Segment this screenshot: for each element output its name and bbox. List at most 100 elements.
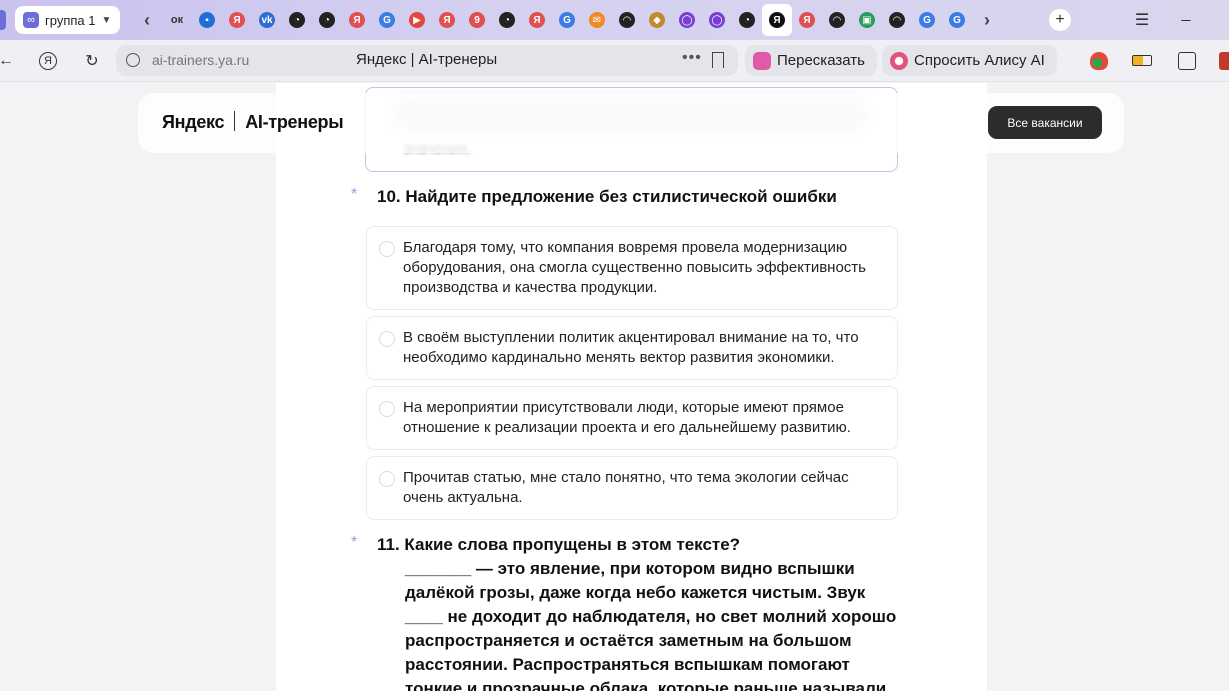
tab-item[interactable]: › — [972, 0, 1002, 40]
radio-button[interactable] — [379, 471, 395, 487]
logo-product: AI-тренеры — [245, 112, 344, 132]
fire-extension-icon[interactable] — [1090, 52, 1108, 70]
tab-item[interactable]: ✉ — [582, 0, 612, 40]
tab-item[interactable]: 9 — [462, 0, 492, 40]
back-arrow-icon[interactable]: ← — [0, 50, 18, 72]
menu-icon[interactable]: ☰ — [1130, 0, 1154, 40]
tab-item[interactable]: Я — [432, 0, 462, 40]
tab-item[interactable]: ◔ — [492, 0, 522, 40]
gallery-tab-icon: ◆ — [649, 12, 665, 28]
site-header: Яндекс AI-тренеры Все вакансии — [138, 93, 1124, 153]
tab-item[interactable]: Я — [792, 0, 822, 40]
required-star: * — [351, 534, 358, 551]
tab-item[interactable]: G — [912, 0, 942, 40]
tab-item[interactable]: ◠ — [882, 0, 912, 40]
tab-group-edge[interactable] — [0, 10, 6, 30]
video-tab-icon: ▶ — [409, 12, 425, 28]
question-text: _______ — это явление, при котором видно… — [405, 559, 897, 691]
retell-icon — [753, 51, 771, 70]
yandex-selected-tab-icon: Я — [769, 12, 785, 28]
tab-item[interactable]: ◆ — [642, 0, 672, 40]
clock-tab-icon: ◔ — [289, 12, 305, 28]
tab-strip: ‹ ок ▪ Яvk ◔ ◔ Я G ▶ Я 9 ◔ Я G ✉ ◠ ◆ ◯ ◯ ◔ Я Я ◠ ▣ ◠ G G › — [132, 0, 1002, 40]
tab-item[interactable]: ◯ — [702, 0, 732, 40]
tab-item[interactable]: Я — [522, 0, 552, 40]
mail-tab-icon: ✉ — [589, 12, 605, 28]
tab-item[interactable]: ◔ — [282, 0, 312, 40]
clock-tab-icon: ◔ — [319, 12, 335, 28]
alice-icon — [890, 51, 908, 70]
tab-item[interactable]: ок — [162, 0, 192, 40]
clock-tab-icon: ◔ — [499, 12, 515, 28]
alice-tab-icon: ◠ — [619, 12, 635, 28]
tab-item[interactable]: ◠ — [612, 0, 642, 40]
tab-item[interactable]: ▪ — [192, 0, 222, 40]
yandex-tab-icon: Я — [439, 12, 455, 28]
tab-group-active[interactable]: ∞ группа 1 ▼ — [15, 6, 120, 34]
tab-item[interactable]: Я — [222, 0, 252, 40]
tab-item[interactable]: ◔ — [312, 0, 342, 40]
retell-button[interactable]: Пересказать — [745, 45, 877, 76]
radio-button[interactable] — [379, 241, 395, 257]
ring-tab-icon: ◯ — [709, 12, 725, 28]
yandex-tab-icon: Я — [799, 12, 815, 28]
answer-option[interactable]: В своём выступлении политик акцентировал… — [366, 316, 898, 380]
retell-label: Пересказать — [777, 52, 865, 69]
url-field[interactable]: ai-trainers.ya.ru Яндекс | AI-тренеры ••… — [116, 45, 738, 76]
extensions-icon[interactable] — [1178, 52, 1196, 70]
chat-tab-icon: ▪ — [199, 12, 215, 28]
tab-item[interactable]: Я — [762, 4, 792, 36]
tab-item[interactable]: Я — [342, 0, 372, 40]
page-viewport: значения. ЯндексAI-тренеры Все вакансии … — [0, 83, 1229, 691]
radio-button[interactable] — [379, 331, 395, 347]
tab-item[interactable]: G — [552, 0, 582, 40]
google-tab-icon: G — [919, 12, 935, 28]
tab-item[interactable]: G — [942, 0, 972, 40]
yandex-home-icon[interactable]: Я — [36, 50, 60, 72]
minimize-icon[interactable]: _ — [1176, 0, 1196, 34]
nine-tab-icon: 9 — [469, 12, 485, 28]
infinity-icon: ∞ — [23, 12, 39, 28]
site-logo[interactable]: Яндекс AI-тренеры — [162, 111, 344, 133]
all-vacancies-button[interactable]: Все вакансии — [988, 106, 1102, 139]
forward-tabs-icon: › — [984, 9, 990, 30]
tab-item[interactable]: G — [372, 0, 402, 40]
site-info-icon[interactable] — [126, 53, 140, 67]
tab-item[interactable]: ‹ — [132, 0, 162, 40]
clock-tab-icon: ◔ — [739, 12, 755, 28]
google-tab-icon: G — [379, 12, 395, 28]
tab-item[interactable]: vk — [252, 0, 282, 40]
ok-tab-icon: ок — [170, 14, 184, 26]
tab-item[interactable]: ▣ — [852, 0, 882, 40]
radio-button[interactable] — [379, 401, 395, 417]
tab-item[interactable]: ◠ — [822, 0, 852, 40]
answer-option[interactable]: Прочитав статью, мне стало понятно, что … — [366, 456, 898, 520]
reload-icon[interactable]: ↻ — [80, 50, 104, 72]
answer-option[interactable]: Благодаря тому, что компания вовремя про… — [366, 226, 898, 310]
question-title: 10. Найдите предложение без стилистическ… — [377, 187, 837, 206]
answer-option-text: Благодаря тому, что компания вовремя про… — [403, 239, 866, 296]
battery-icon[interactable] — [1132, 55, 1152, 66]
yandex-tab-icon: Я — [229, 12, 245, 28]
alice-tab-icon: ◠ — [829, 12, 845, 28]
required-star: * — [351, 186, 358, 203]
address-bar: ← Я ↻ ai-trainers.ya.ru Яндекс | AI-трен… — [0, 40, 1229, 82]
tab-item[interactable]: ▶ — [402, 0, 432, 40]
answer-option-text: На мероприятии присутствовали люди, кото… — [403, 399, 851, 436]
question-title: 11. Какие слова пропущены в этом тексте? — [377, 535, 741, 554]
ask-alice-button[interactable]: Спросить Алису AI — [882, 45, 1057, 76]
vk-tab-icon: vk — [259, 12, 275, 28]
logo-brand: Яндекс — [162, 112, 225, 132]
ring-tab-icon: ◯ — [679, 12, 695, 28]
new-tab-button[interactable]: + — [1046, 0, 1074, 40]
answer-option[interactable]: На мероприятии присутствовали люди, кото… — [366, 386, 898, 450]
answer-option-text: В своём выступлении политик акцентировал… — [403, 329, 859, 366]
extension-icon[interactable] — [1219, 52, 1229, 70]
page-title: Яндекс | AI-тренеры — [356, 51, 498, 68]
google-tab-icon: G — [949, 12, 965, 28]
bookmark-icon[interactable] — [712, 52, 724, 68]
tab-item[interactable]: ◯ — [672, 0, 702, 40]
chevron-down-icon[interactable]: ▼ — [101, 15, 111, 26]
more-dots-icon[interactable]: ••• — [682, 49, 702, 67]
tab-item[interactable]: ◔ — [732, 0, 762, 40]
